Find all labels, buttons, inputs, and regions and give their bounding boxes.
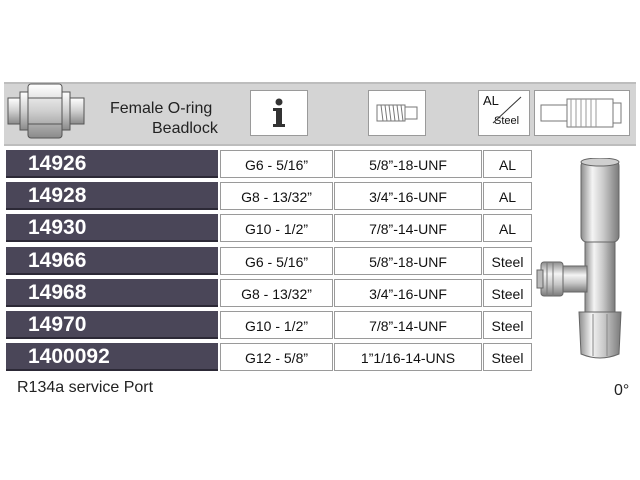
crimp-box — [534, 90, 630, 136]
material-cell: AL — [483, 214, 532, 242]
info-icon — [273, 98, 285, 127]
size-cell: G10 - 1/2” — [220, 311, 333, 339]
thread-cell: 1”1/16-14-UNS — [334, 343, 482, 371]
material-cell: AL — [483, 150, 532, 178]
thread-cell: 3/4”-16-UNF — [334, 182, 482, 210]
part-number: 14968 — [6, 279, 218, 307]
part-number: 14970 — [6, 311, 218, 339]
size-cell: G12 - 5/8” — [220, 343, 333, 371]
part-number: 1400092 — [6, 343, 218, 371]
angle-label: 0° — [614, 382, 630, 399]
thread-cell: 3/4”-16-UNF — [334, 279, 482, 307]
fitting-title: Female O-ring — [110, 100, 213, 117]
table-row: 14928 G8 - 13/32” 3/4”-16-UNF AL — [6, 182, 532, 210]
table-row: 14966 G6 - 5/16” 5/8”-18-UNF Steel — [6, 247, 532, 275]
part-number: 14966 — [6, 247, 218, 275]
material-cell: Steel — [483, 343, 532, 371]
thread-cell: 5/8”-18-UNF — [334, 247, 482, 275]
material-cell: Steel — [483, 279, 532, 307]
table-row: 14970 G10 - 1/2” 7/8”-14-UNF Steel — [6, 311, 532, 339]
service-port-fitting-image — [536, 158, 622, 359]
material-cell: Steel — [483, 247, 532, 275]
thread-box — [368, 90, 426, 136]
thread-cell: 7/8”-14-UNF — [334, 311, 482, 339]
table-row: 14968 G8 - 13/32” 3/4”-16-UNF Steel — [6, 279, 532, 307]
thread-icon — [376, 104, 418, 122]
material-cell: AL — [483, 182, 532, 210]
oring-fitting-icon — [7, 83, 85, 139]
size-cell: G6 - 5/16” — [220, 247, 333, 275]
table-row: 14926 G6 - 5/16” 5/8”-18-UNF AL — [6, 150, 532, 178]
part-number: 14926 — [6, 150, 218, 178]
size-cell: G8 - 13/32” — [220, 279, 333, 307]
material-box: AL Steel — [478, 90, 530, 136]
size-cell: G10 - 1/2” — [220, 214, 333, 242]
hose-crimp-icon — [540, 98, 622, 128]
table-row: 14930 G10 - 1/2” 7/8”-14-UNF AL — [6, 214, 532, 242]
thread-cell: 5/8”-18-UNF — [334, 150, 482, 178]
info-box[interactable] — [250, 90, 308, 136]
footer-label: R134a service Port — [17, 379, 154, 396]
material-icon — [492, 96, 522, 124]
thread-cell: 7/8”-14-UNF — [334, 214, 482, 242]
fitting-subtitle: Beadlock — [152, 120, 218, 137]
material-cell: Steel — [483, 311, 532, 339]
table-header: Female O-ring Beadlock AL Steel — [4, 82, 636, 146]
size-cell: G6 - 5/16” — [220, 150, 333, 178]
table-row: 1400092 G12 - 5/8” 1”1/16-14-UNS Steel — [6, 343, 532, 371]
size-cell: G8 - 13/32” — [220, 182, 333, 210]
part-number: 14928 — [6, 182, 218, 210]
part-number: 14930 — [6, 214, 218, 242]
